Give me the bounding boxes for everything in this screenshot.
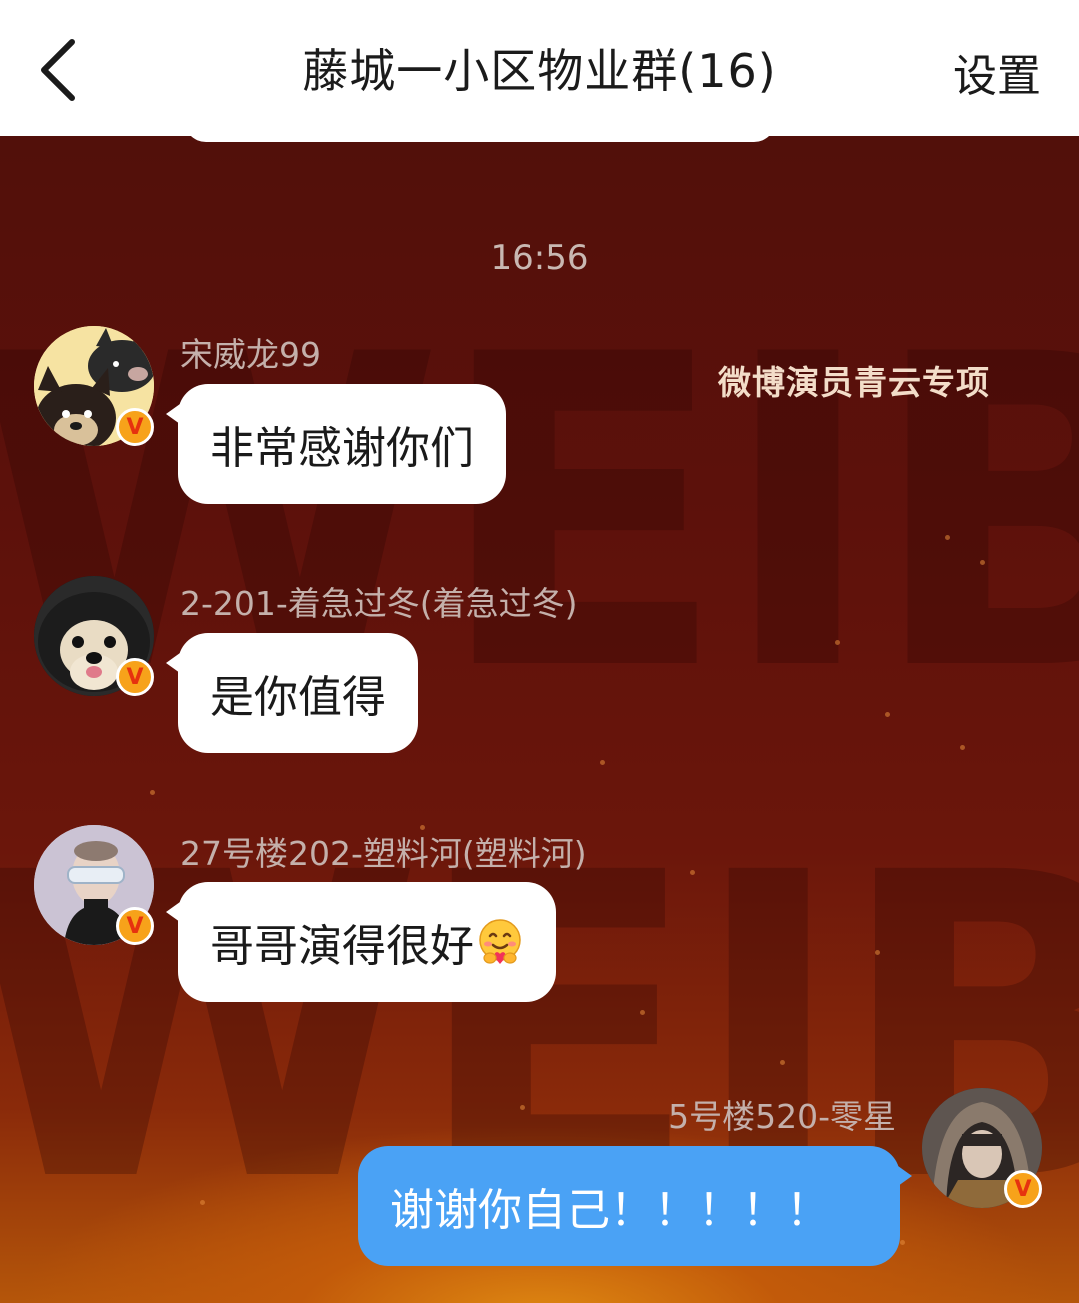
verified-badge-icon: V <box>1004 1170 1042 1208</box>
chevron-left-icon <box>41 39 75 101</box>
sender-name[interactable]: 宋威龙99 <box>180 328 321 376</box>
sender-name[interactable]: 2-201-着急过冬(着急过冬) <box>180 577 578 625</box>
verified-badge-icon: V <box>116 907 154 945</box>
message-text: 是你值得 <box>210 672 386 723</box>
message-bubble[interactable]: 是你值得 <box>166 633 418 753</box>
chat-title: 藤城一小区物业群(16) <box>302 44 777 98</box>
verified-badge-icon: V <box>116 408 154 446</box>
message-text: 哥哥演得很好 <box>210 921 474 972</box>
message-bubble[interactable]: 谢谢你自己！！！！！ <box>358 1146 912 1266</box>
message-text: 非常感谢你们 <box>210 423 474 474</box>
back-button[interactable] <box>36 38 86 102</box>
message-text: 谢谢你自己！！！！！ <box>390 1185 830 1236</box>
hugging-face-emoji-icon <box>479 919 521 964</box>
message-timestamp: 16:56 <box>490 238 589 278</box>
settings-button[interactable]: 设置 <box>953 40 1041 104</box>
verified-badge-icon: V <box>116 658 154 696</box>
chat-background: WEIBO WEIBO <box>0 0 1079 1303</box>
chat-screen: WEIBO WEIBO 藤城一小区物业群(16) 设置 16:56 微博演员青云… <box>0 0 1079 1303</box>
message-bubble[interactable]: 哥哥演得很好 <box>166 882 556 1002</box>
chat-header: 藤城一小区物业群(16) 设置 <box>0 0 1079 136</box>
sender-name[interactable]: 27号楼202-塑料河(塑料河) <box>180 827 587 875</box>
brand-tag: 微博演员青云专项 <box>718 363 990 402</box>
sender-name[interactable]: 5号楼520-零星 <box>668 1090 896 1138</box>
message-bubble[interactable]: 非常感谢你们 <box>166 384 506 504</box>
